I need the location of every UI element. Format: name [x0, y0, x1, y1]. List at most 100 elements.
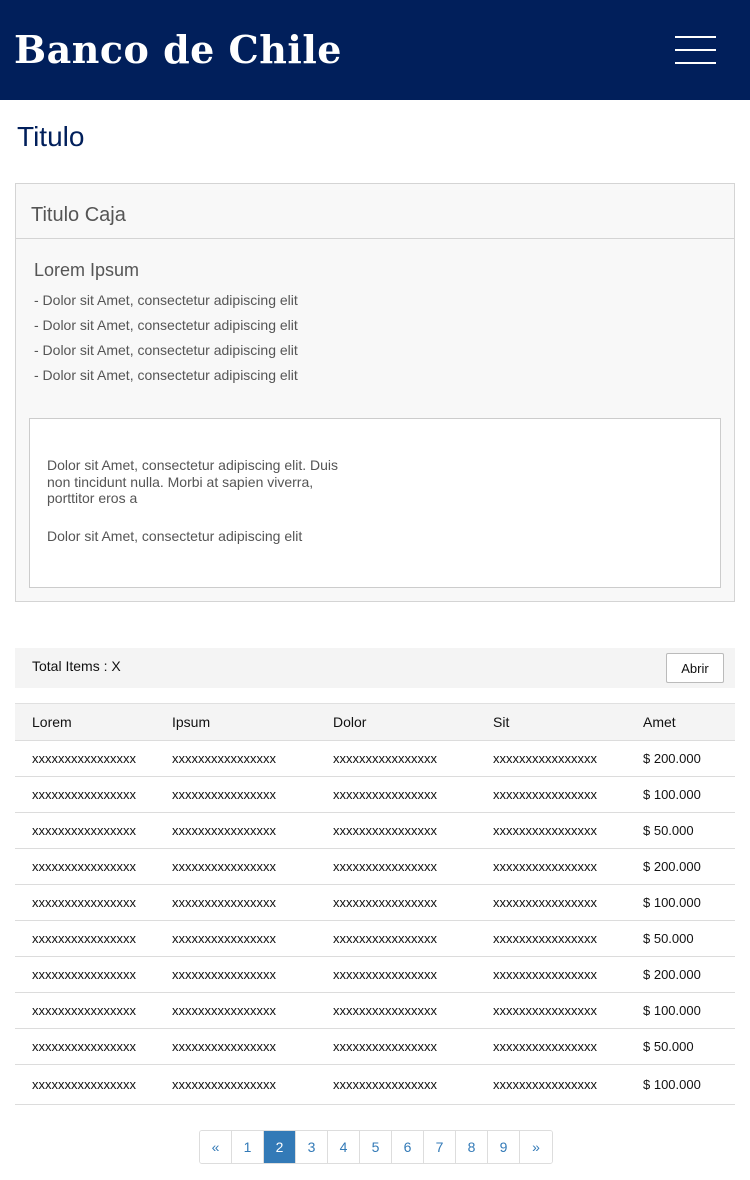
pagination-prev[interactable]: «: [200, 1131, 232, 1163]
table-cell: xxxxxxxxxxxxxxxx: [333, 956, 493, 993]
panel-paragraph: Dolor sit Amet, consectetur adipiscing e…: [47, 528, 303, 544]
pagination-page[interactable]: 7: [424, 1131, 456, 1163]
table-cell: xxxxxxxxxxxxxxxx: [172, 1028, 333, 1065]
column-header[interactable]: Dolor: [333, 703, 493, 741]
table-cell: xxxxxxxxxxxxxxxx: [172, 812, 333, 849]
table-cell: xxxxxxxxxxxxxxxx: [172, 848, 333, 885]
amount-cell: $ 200.000: [643, 956, 735, 993]
table-cell: xxxxxxxxxxxxxxxx: [15, 992, 172, 1029]
menu-line: [675, 36, 716, 38]
table-cell: xxxxxxxxxxxxxxxx: [172, 884, 333, 921]
box-subtitle: Lorem Ipsum: [34, 260, 140, 280]
pagination-next[interactable]: »: [520, 1131, 552, 1163]
table-cell: xxxxxxxxxxxxxxxx: [333, 992, 493, 1029]
table-cell: xxxxxxxxxxxxxxxx: [172, 776, 333, 813]
table-row[interactable]: xxxxxxxxxxxxxxxx xxxxxxxxxxxxxxxx xxxxxx…: [15, 740, 735, 777]
pagination: « 1 2 3 4 5 6 7 8 9 »: [199, 1130, 553, 1164]
amount-cell: $ 100.000: [643, 884, 735, 921]
table-cell: xxxxxxxxxxxxxxxx: [333, 1028, 493, 1065]
page-title: Titulo: [17, 121, 85, 152]
table-cell: xxxxxxxxxxxxxxxx: [172, 740, 333, 777]
table-cell: xxxxxxxxxxxxxxxx: [15, 776, 172, 813]
table-cell: xxxxxxxxxxxxxxxx: [15, 848, 172, 885]
table-cell: xxxxxxxxxxxxxxxx: [333, 884, 493, 921]
bullet-list: - Dolor sit Amet, consectetur adipiscing…: [34, 288, 298, 388]
pagination-page[interactable]: 1: [232, 1131, 264, 1163]
amount-cell: $ 50.000: [643, 1028, 735, 1065]
table-row[interactable]: xxxxxxxxxxxxxxxx xxxxxxxxxxxxxxxx xxxxxx…: [15, 884, 735, 921]
table-cell: xxxxxxxxxxxxxxxx: [172, 956, 333, 993]
pagination-page[interactable]: 6: [392, 1131, 424, 1163]
amount-cell: $ 100.000: [643, 992, 735, 1029]
table-cell: xxxxxxxxxxxxxxxx: [493, 776, 643, 813]
table-cell: xxxxxxxxxxxxxxxx: [333, 920, 493, 957]
table-cell: xxxxxxxxxxxxxxxx: [15, 812, 172, 849]
column-header[interactable]: Ipsum: [172, 703, 333, 741]
table-row[interactable]: xxxxxxxxxxxxxxxx xxxxxxxxxxxxxxxx xxxxxx…: [15, 812, 735, 849]
table-cell: xxxxxxxxxxxxxxxx: [333, 1064, 493, 1105]
pagination-page[interactable]: 8: [456, 1131, 488, 1163]
table-cell: xxxxxxxxxxxxxxxx: [172, 920, 333, 957]
table-cell: xxxxxxxxxxxxxxxx: [333, 776, 493, 813]
column-header[interactable]: Sit: [493, 703, 643, 741]
table-cell: xxxxxxxxxxxxxxxx: [493, 992, 643, 1029]
pagination-page[interactable]: 9: [488, 1131, 520, 1163]
top-header: Banco de Chile: [0, 0, 750, 100]
table-cell: xxxxxxxxxxxxxxxx: [493, 1064, 643, 1105]
table-cell: xxxxxxxxxxxxxxxx: [493, 848, 643, 885]
table-cell: xxxxxxxxxxxxxxxx: [493, 884, 643, 921]
table-cell: xxxxxxxxxxxxxxxx: [15, 1028, 172, 1065]
pagination-page[interactable]: 3: [296, 1131, 328, 1163]
data-table: Lorem Ipsum Dolor Sit Amet xxxxxxxxxxxxx…: [15, 703, 735, 1105]
pagination-page-current[interactable]: 2: [264, 1131, 296, 1163]
table-cell: xxxxxxxxxxxxxxxx: [493, 956, 643, 993]
amount-cell: $ 100.000: [643, 1064, 735, 1105]
bullet-item: - Dolor sit Amet, consectetur adipiscing…: [34, 342, 298, 358]
table-cell: xxxxxxxxxxxxxxxx: [333, 740, 493, 777]
amount-cell: $ 50.000: [643, 920, 735, 957]
table-header-row: Lorem Ipsum Dolor Sit Amet: [15, 703, 735, 741]
bullet-item: - Dolor sit Amet, consectetur adipiscing…: [34, 317, 298, 333]
menu-line: [675, 62, 716, 64]
pagination-page[interactable]: 5: [360, 1131, 392, 1163]
table-cell: xxxxxxxxxxxxxxxx: [493, 1028, 643, 1065]
table-row[interactable]: xxxxxxxxxxxxxxxx xxxxxxxxxxxxxxxx xxxxxx…: [15, 956, 735, 993]
table-row[interactable]: xxxxxxxxxxxxxxxx xxxxxxxxxxxxxxxx xxxxxx…: [15, 776, 735, 813]
bullet-item: - Dolor sit Amet, consectetur adipiscing…: [34, 367, 298, 383]
bank-logo[interactable]: Banco de Chile: [14, 26, 342, 74]
open-button[interactable]: Abrir: [666, 653, 724, 683]
inner-text-panel: Dolor sit Amet, consectetur adipiscing e…: [29, 418, 721, 588]
bullet-item: - Dolor sit Amet, consectetur adipiscing…: [34, 292, 298, 308]
table-row[interactable]: xxxxxxxxxxxxxxxx xxxxxxxxxxxxxxxx xxxxxx…: [15, 992, 735, 1029]
total-items-label: Total Items : X: [32, 658, 121, 674]
table-cell: xxxxxxxxxxxxxxxx: [15, 956, 172, 993]
table-row[interactable]: xxxxxxxxxxxxxxxx xxxxxxxxxxxxxxxx xxxxxx…: [15, 1064, 735, 1105]
table-row[interactable]: xxxxxxxxxxxxxxxx xxxxxxxxxxxxxxxx xxxxxx…: [15, 1028, 735, 1065]
panel-paragraph: Dolor sit Amet, consectetur adipiscing e…: [47, 457, 339, 506]
menu-line: [675, 49, 716, 51]
table-cell: xxxxxxxxxxxxxxxx: [15, 884, 172, 921]
table-cell: xxxxxxxxxxxxxxxx: [493, 740, 643, 777]
table-toolbar: Total Items : X Abrir: [15, 648, 735, 688]
hamburger-menu-icon[interactable]: [675, 36, 716, 64]
box-title: Titulo Caja: [16, 184, 734, 239]
table-cell: xxxxxxxxxxxxxxxx: [172, 1064, 333, 1105]
amount-cell: $ 200.000: [643, 740, 735, 777]
pagination-page[interactable]: 4: [328, 1131, 360, 1163]
column-header[interactable]: Amet: [643, 703, 735, 741]
column-header[interactable]: Lorem: [15, 703, 172, 741]
table-row[interactable]: xxxxxxxxxxxxxxxx xxxxxxxxxxxxxxxx xxxxxx…: [15, 848, 735, 885]
table-cell: xxxxxxxxxxxxxxxx: [333, 848, 493, 885]
amount-cell: $ 100.000: [643, 776, 735, 813]
table-cell: xxxxxxxxxxxxxxxx: [172, 992, 333, 1029]
amount-cell: $ 200.000: [643, 848, 735, 885]
content-box: Titulo Caja Lorem Ipsum - Dolor sit Amet…: [15, 183, 735, 602]
table-cell: xxxxxxxxxxxxxxxx: [15, 740, 172, 777]
table-cell: xxxxxxxxxxxxxxxx: [493, 812, 643, 849]
table-row[interactable]: xxxxxxxxxxxxxxxx xxxxxxxxxxxxxxxx xxxxxx…: [15, 920, 735, 957]
table-cell: xxxxxxxxxxxxxxxx: [493, 920, 643, 957]
amount-cell: $ 50.000: [643, 812, 735, 849]
table-cell: xxxxxxxxxxxxxxxx: [333, 812, 493, 849]
table-cell: xxxxxxxxxxxxxxxx: [15, 1064, 172, 1105]
table-cell: xxxxxxxxxxxxxxxx: [15, 920, 172, 957]
